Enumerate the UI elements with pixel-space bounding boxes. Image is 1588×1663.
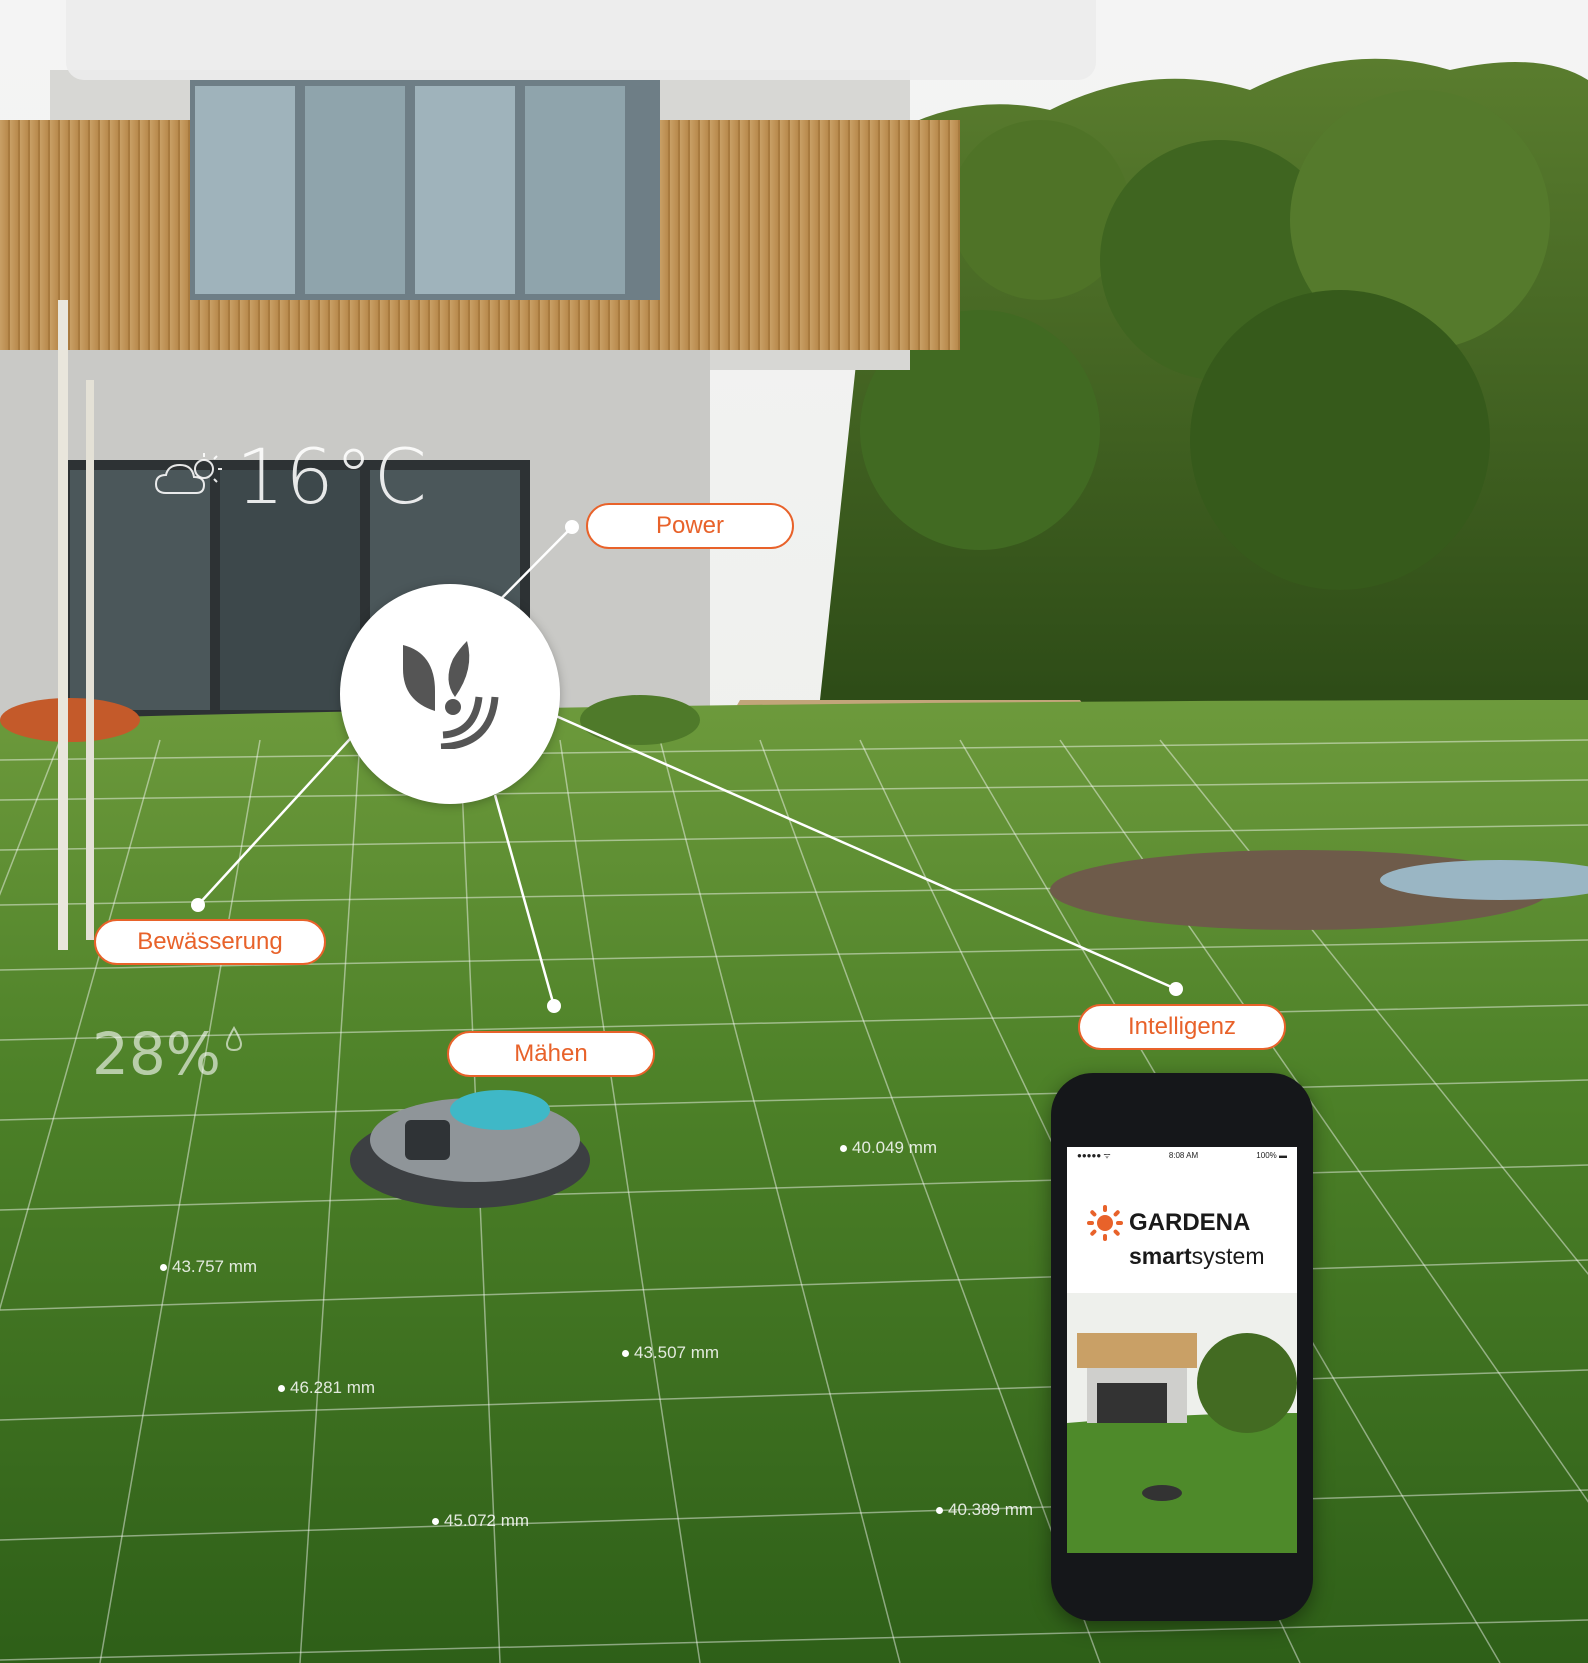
callout-mowing[interactable]: Mähen [447,1031,655,1077]
measurement-label: 40.389 mm [936,1500,1033,1520]
brand-name: GARDENA [1129,1209,1251,1236]
phone-screen: ●●●●● ᯤ 8:08 AM 100% ▬ GARDENA smartsyst… [1067,1147,1297,1553]
app-preview-image [1067,1293,1297,1553]
temperature-value: 16°C [236,432,428,521]
gateway-icon [403,641,499,749]
cloud-sun-icon [154,452,222,494]
smartphone: ●●●●● ᯤ 8:08 AM 100% ▬ GARDENA smartsyst… [1051,1073,1313,1621]
measurement-label: 46.281 mm [278,1378,375,1398]
smart-hub-icon[interactable] [340,584,560,804]
weather-readout: 16°C [152,432,428,521]
connector-lines [191,520,1183,1013]
measurement-label: 43.757 mm [160,1257,257,1277]
status-bar: ●●●●● ᯤ 8:08 AM 100% ▬ [1067,1147,1297,1163]
gardena-logo: GARDENA [1087,1205,1250,1241]
callout-intelligence[interactable]: Intelligenz [1078,1004,1286,1050]
callout-irrigation[interactable]: Bewässerung [94,919,326,965]
measurement-label: 43.507 mm [622,1343,719,1363]
measurement-label: 40.049 mm [840,1138,937,1158]
brand-subtitle: smartsystem [1129,1243,1265,1269]
moisture-readout: 28% [92,1020,243,1088]
measurement-label: 45.072 mm [432,1511,529,1531]
water-drop-icon [225,1026,242,1052]
moisture-value: 28% [92,1020,221,1088]
signal-indicator: ●●●●● ᯤ [1077,1150,1111,1160]
status-time: 8:08 AM [1168,1150,1199,1160]
battery-indicator: 100% ▬ [1256,1150,1287,1160]
gardena-sun-icon [1087,1205,1123,1241]
callout-power[interactable]: Power [586,503,794,549]
